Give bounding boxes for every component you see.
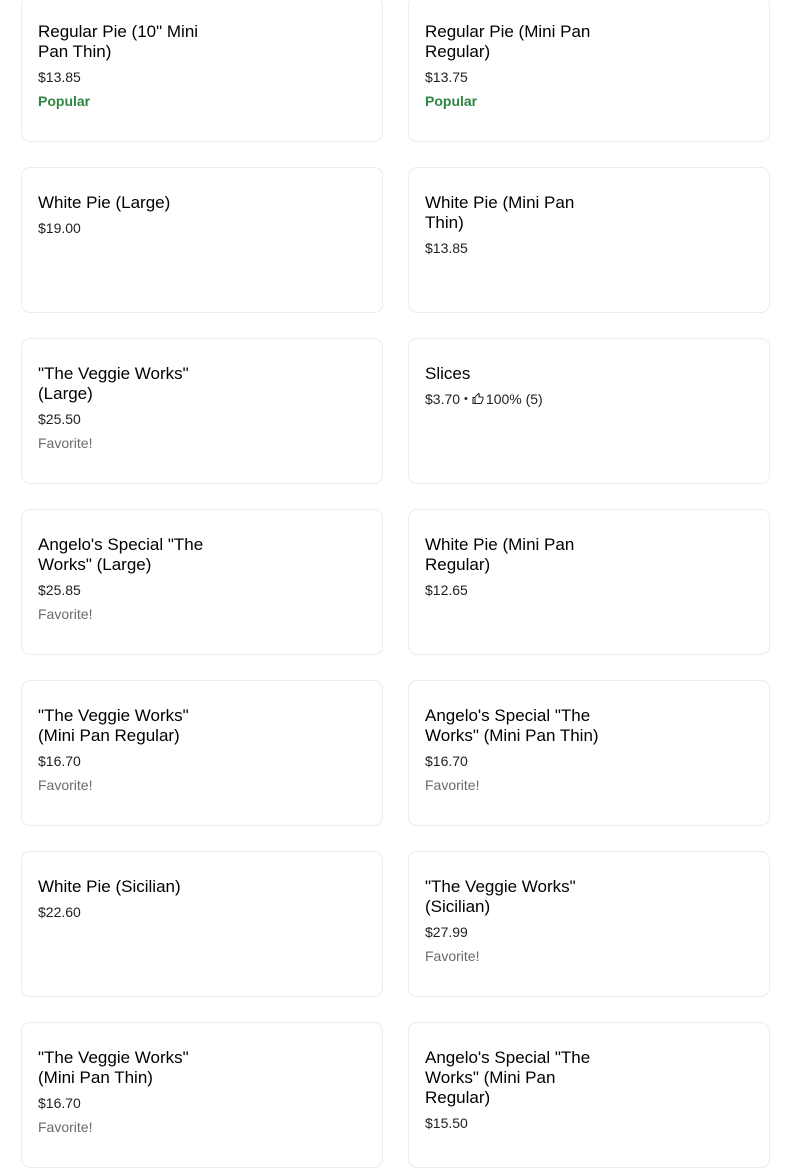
menu-item-price: $12.65 [425, 582, 468, 598]
menu-item-meta: $13.85 [38, 67, 366, 87]
favorite-badge: Favorite! [425, 777, 480, 793]
menu-item-meta: $15.50 [425, 1113, 753, 1133]
menu-item-price: $22.60 [38, 904, 81, 920]
menu-item-price: $19.00 [38, 220, 81, 236]
menu-item-card[interactable]: White Pie (Sicilian) $22.60 [21, 851, 383, 997]
menu-item-card[interactable]: Angelo's Special "The Works" (Large) $25.… [21, 509, 383, 655]
menu-item-meta: $25.50 [38, 409, 366, 429]
menu-item-meta: $16.70 [38, 751, 366, 771]
popular-badge: Popular [38, 93, 91, 109]
popular-badge: Popular [425, 93, 478, 109]
menu-item-name: White Pie (Mini Pan Regular) [425, 535, 575, 574]
menu-item-name: "The Veggie Works" (Sicilian) [425, 877, 576, 916]
menu-item-meta: $22.60 [38, 902, 366, 922]
menu-item-meta: $25.85 [38, 580, 366, 600]
menu-item-meta: $27.99 [425, 922, 753, 942]
favorite-badge: Favorite! [38, 435, 93, 451]
menu-item-meta: $13.75 [425, 67, 753, 87]
menu-item-meta: $16.70 [425, 751, 753, 771]
menu-item-price: $27.99 [425, 924, 468, 940]
menu-item-card[interactable]: Regular Pie (Mini Pan Regular) $13.75 Popu… [408, 0, 770, 142]
menu-item-price: $25.50 [38, 411, 81, 427]
menu-item-name: Slices [425, 364, 471, 383]
menu-item-card[interactable]: Angelo's Special "The Works" (Mini Pan T… [408, 680, 770, 826]
menu-item-meta: $16.70 [38, 1093, 366, 1113]
menu-item-meta: $3.70 • 100% (5) [425, 389, 753, 409]
menu-item-name: Angelo's Special "The Works" (Mini Pan T… [425, 706, 599, 745]
menu-item-name: Regular Pie (Mini Pan Regular) [425, 22, 591, 61]
menu-item-name: "The Veggie Works" (Large) [38, 364, 189, 403]
menu-item-meta: $12.65 [425, 580, 753, 600]
menu-item-meta: $19.00 [38, 218, 366, 238]
menu-item-card[interactable]: White Pie (Mini Pan Thin) $13.85 [408, 167, 770, 313]
menu-item-name: Angelo's Special "The Works" (Large) [38, 535, 204, 574]
menu-item-price: $25.85 [38, 582, 81, 598]
favorite-badge: Favorite! [38, 1119, 93, 1135]
menu-item-card[interactable]: Angelo's Special "The Works" (Mini Pan R… [408, 1022, 770, 1168]
menu-item-rating: 100% (5) [485, 391, 543, 407]
menu-item-price: $3.70 [425, 391, 461, 407]
menu-item-price: $15.50 [425, 1115, 468, 1131]
menu-item-price: $16.70 [38, 1095, 81, 1111]
thumbs-up-icon [472, 393, 484, 404]
menu-item-price: $13.75 [425, 69, 468, 85]
menu-item-card[interactable]: "The Veggie Works" (Mini Pan Regular) $16… [21, 680, 383, 826]
menu-item-name: White Pie (Mini Pan Thin) [425, 193, 575, 232]
menu-item-card[interactable]: "The Veggie Works" (Large) $25.50 Favorite… [21, 338, 383, 484]
menu-item-price: $13.85 [425, 240, 468, 256]
separator-dot: • [464, 393, 468, 405]
menu-item-name: "The Veggie Works" (Mini Pan Regular) [38, 706, 189, 745]
favorite-badge: Favorite! [38, 777, 93, 793]
menu-item-name: White Pie (Large) [38, 193, 171, 212]
menu-item-price: $16.70 [425, 753, 468, 769]
favorite-badge: Favorite! [38, 606, 93, 622]
menu-item-card[interactable]: White Pie (Mini Pan Regular) $12.65 [408, 509, 770, 655]
menu-item-name: "The Veggie Works" (Mini Pan Thin) [38, 1048, 189, 1087]
menu-item-price: $13.85 [38, 69, 81, 85]
menu-item-name: Regular Pie (10" Mini Pan Thin) [38, 22, 199, 61]
menu-item-price: $16.70 [38, 753, 81, 769]
menu-item-card[interactable]: Regular Pie (10" Mini Pan Thin) $13.85 Pop… [21, 0, 383, 142]
menu-item-grid: Regular Pie (10" Mini Pan Thin) $13.85 Pop… [21, 0, 770, 1168]
menu-item-card[interactable]: "The Veggie Works" (Mini Pan Thin) $16.70… [21, 1022, 383, 1168]
favorite-badge: Favorite! [425, 948, 480, 964]
menu-item-name: Angelo's Special "The Works" (Mini Pan R… [425, 1048, 591, 1107]
menu-item-meta: $13.85 [425, 238, 753, 258]
menu-item-name: White Pie (Sicilian) [38, 877, 181, 896]
menu-item-card[interactable]: Slices $3.70 • 100% (5) [408, 338, 770, 484]
menu-item-card[interactable]: "The Veggie Works" (Sicilian) $27.99 Favor… [408, 851, 770, 997]
menu-item-card[interactable]: White Pie (Large) $19.00 [21, 167, 383, 313]
